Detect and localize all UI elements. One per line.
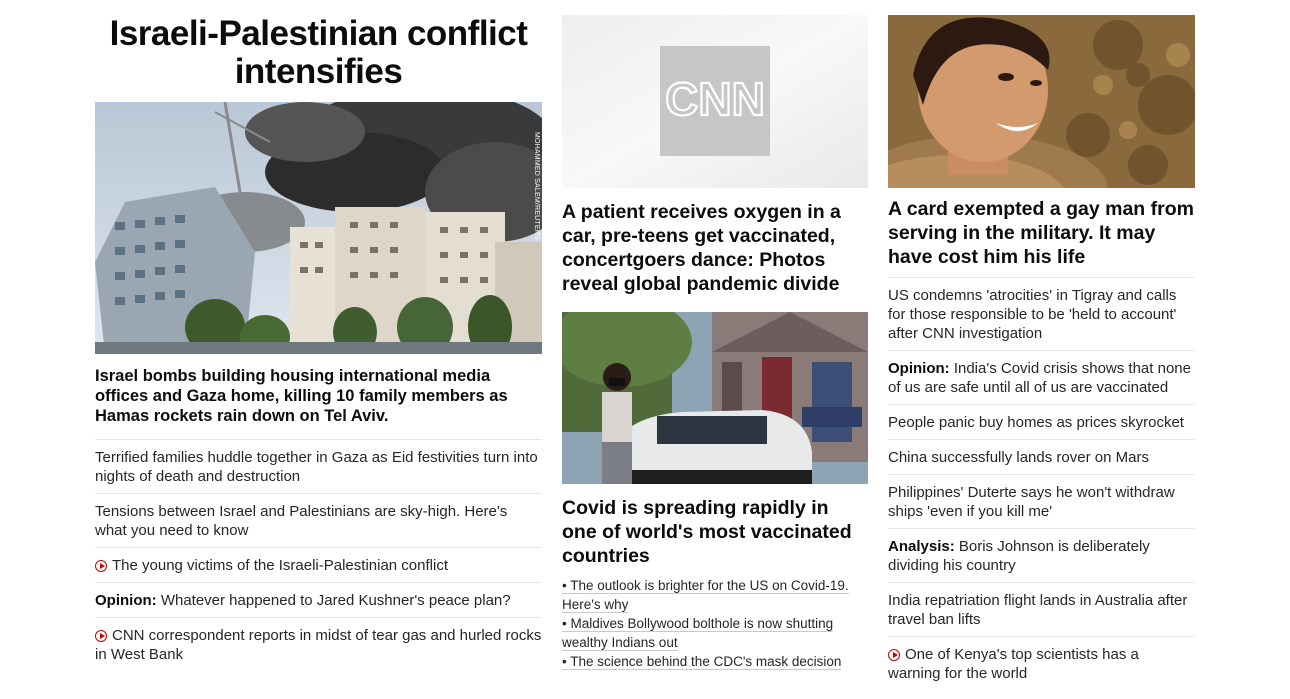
section-title[interactable]: Israeli-Palestinian conflict intensifies xyxy=(95,15,542,91)
card-headline-gay-man[interactable]: A card exempted a gay man from serving i… xyxy=(888,197,1195,269)
list-item[interactable]: One of Kenya's top scientists has a warn… xyxy=(888,636,1195,690)
video-play-icon xyxy=(95,560,107,572)
list-item[interactable]: Terrified families huddle together in Ga… xyxy=(95,439,542,493)
story-link[interactable]: CNN correspondent reports in midst of te… xyxy=(95,627,541,663)
story-link[interactable]: China successfully lands rover on Mars xyxy=(888,449,1149,466)
story-label: Analysis: xyxy=(888,538,955,555)
bullet-link[interactable]: • The science behind the CDC's mask deci… xyxy=(562,652,868,671)
list-item[interactable]: Analysis: Boris Johnson is deliberately … xyxy=(888,528,1195,582)
list-item[interactable]: CNN correspondent reports in midst of te… xyxy=(95,617,542,671)
column-top-stories: A card exempted a gay man from serving i… xyxy=(888,15,1195,690)
story-link[interactable]: One of Kenya's top scientists has a warn… xyxy=(888,646,1139,682)
list-item[interactable]: The young victims of the Israeli-Palesti… xyxy=(95,547,542,582)
story-link[interactable]: Terrified families huddle together in Ga… xyxy=(95,449,538,485)
top-stories-list: US condemns 'atrocities' in Tigray and c… xyxy=(888,277,1195,690)
list-item[interactable]: Opinion: India's Covid crisis shows that… xyxy=(888,350,1195,404)
bullet-link[interactable]: • The outlook is brighter for the US on … xyxy=(562,576,868,614)
list-item[interactable]: People panic buy homes as prices skyrock… xyxy=(888,404,1195,439)
cnn-placeholder-image[interactable]: CNN xyxy=(562,15,868,188)
story-label: Opinion: xyxy=(888,360,950,377)
story-link[interactable]: India repatriation flight lands in Austr… xyxy=(888,592,1187,628)
list-item[interactable]: China successfully lands rover on Mars xyxy=(888,439,1195,474)
story-link[interactable]: Whatever happened to Jared Kushner's pea… xyxy=(157,592,511,609)
story-link[interactable]: The young victims of the Israeli-Palesti… xyxy=(112,557,448,574)
list-item[interactable]: US condemns 'atrocities' in Tigray and c… xyxy=(888,277,1195,350)
list-item[interactable]: Tensions between Israel and Palestinians… xyxy=(95,493,542,547)
related-bullets: • The outlook is brighter for the US on … xyxy=(562,576,868,671)
seychelles-street-image[interactable] xyxy=(562,312,868,484)
list-item[interactable]: Philippines' Duterte says he won't withd… xyxy=(888,474,1195,528)
story-label: Opinion: xyxy=(95,592,157,609)
lead-headline[interactable]: Israel bombs building housing internatio… xyxy=(95,366,542,426)
card-headline-covid-spreading[interactable]: Covid is spreading rapidly in one of wor… xyxy=(562,496,868,568)
column-covid: CNN A patient receives oxygen in a car, … xyxy=(562,15,868,671)
list-item[interactable]: Opinion: Whatever happened to Jared Kush… xyxy=(95,582,542,617)
related-stories-list: Terrified families huddle together in Ga… xyxy=(95,439,542,671)
story-link[interactable]: US condemns 'atrocities' in Tigray and c… xyxy=(888,287,1176,342)
story-link[interactable]: People panic buy homes as prices skyrock… xyxy=(888,414,1184,431)
portrait-image[interactable] xyxy=(888,15,1195,188)
card-headline-pandemic-divide[interactable]: A patient receives oxygen in a car, pre-… xyxy=(562,200,868,296)
hero-image-gaza-building[interactable]: MOHAMMED SALEM/REUTERS xyxy=(95,102,542,354)
photo-credit: MOHAMMED SALEM/REUTERS xyxy=(533,132,540,240)
list-item[interactable]: India repatriation flight lands in Austr… xyxy=(888,582,1195,636)
story-link[interactable]: Tensions between Israel and Palestinians… xyxy=(95,503,507,539)
cnn-logo-text: CNN xyxy=(665,73,765,125)
video-play-icon xyxy=(888,649,900,661)
bullet-link[interactable]: • Maldives Bollywood bolthole is now shu… xyxy=(562,614,868,652)
story-link[interactable]: Philippines' Duterte says he won't withd… xyxy=(888,484,1175,520)
column-israel-conflict: Israeli-Palestinian conflict intensifies xyxy=(95,15,542,671)
video-play-icon xyxy=(95,630,107,642)
